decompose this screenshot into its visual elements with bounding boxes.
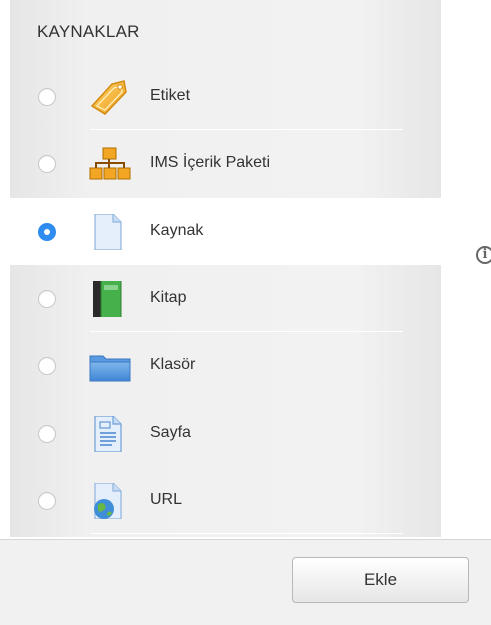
ims-package-icon	[88, 146, 132, 182]
radio-url[interactable]	[38, 492, 56, 510]
resource-label: IMS İçerik Paketi	[150, 154, 271, 171]
book-icon	[88, 276, 132, 320]
page-icon	[88, 415, 132, 453]
radio-kaynak[interactable]	[38, 223, 56, 241]
section-title: KAYNAKLAR	[37, 22, 140, 41]
resource-item-etiket[interactable]: Etiket	[10, 63, 441, 130]
radio-sayfa[interactable]	[38, 425, 56, 443]
resource-label: Kitap	[150, 289, 187, 306]
resource-item-kitap[interactable]: Kitap	[10, 265, 441, 332]
resource-item-klasor[interactable]: Klasör	[10, 332, 441, 399]
tag-icon	[88, 79, 132, 115]
radio-ims[interactable]	[38, 155, 56, 173]
resource-label: Sayfa	[150, 424, 191, 441]
add-button[interactable]: Ekle	[292, 557, 469, 603]
resource-label: Kaynak	[150, 222, 204, 239]
resource-item-kaynak[interactable]: Kaynak	[0, 198, 441, 265]
radio-klasor[interactable]	[38, 357, 56, 375]
resource-label: URL	[150, 491, 183, 508]
radio-etiket[interactable]	[38, 88, 56, 106]
folder-icon	[88, 348, 132, 384]
radio-kitap[interactable]	[38, 290, 56, 308]
resource-item-ims[interactable]: IMS İçerik Paketi	[10, 130, 441, 197]
file-icon	[88, 213, 132, 251]
resource-item-sayfa[interactable]: Sayfa	[10, 400, 441, 467]
divider	[90, 533, 403, 534]
info-icon[interactable]: i	[476, 246, 491, 264]
resource-label: Etiket	[150, 87, 191, 104]
resource-label: Klasör	[150, 356, 196, 373]
resource-item-url[interactable]: URL	[10, 467, 441, 534]
url-globe-icon	[88, 482, 132, 520]
